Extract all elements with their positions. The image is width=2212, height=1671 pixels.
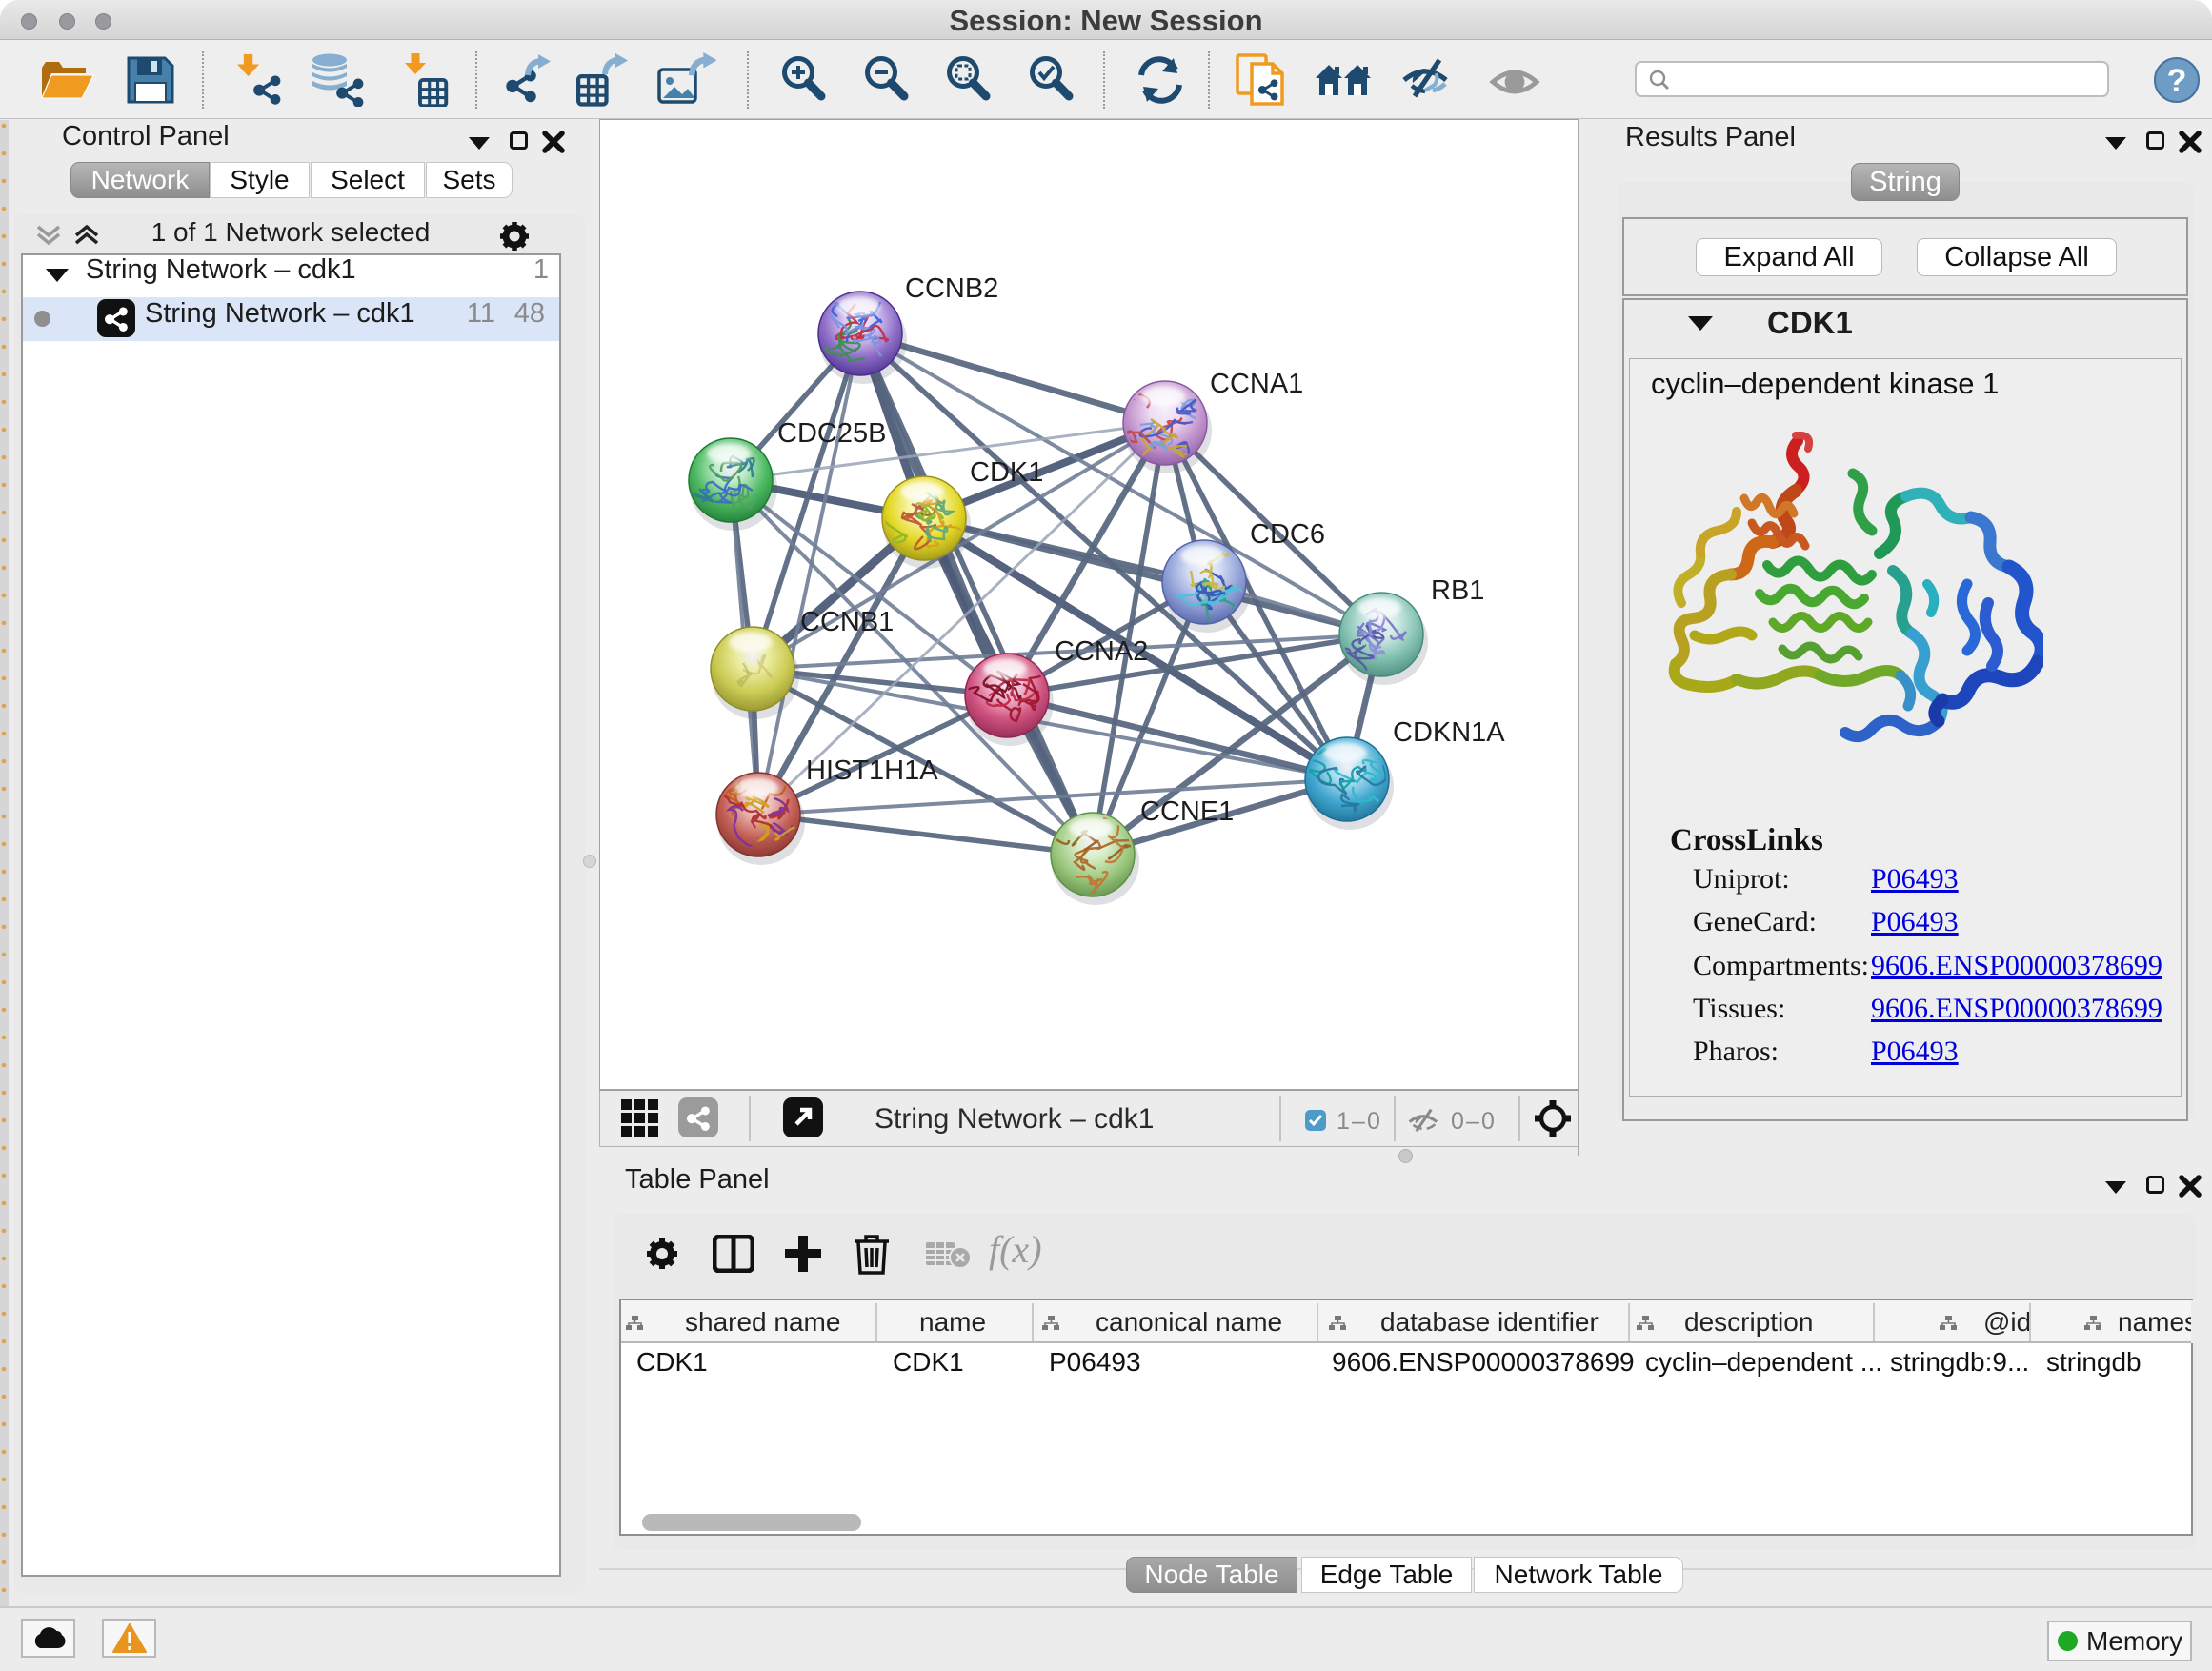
svg-text:CDK1: CDK1 bbox=[970, 457, 1043, 488]
svg-text:CCNB2: CCNB2 bbox=[905, 273, 998, 304]
svg-text:CCNE1: CCNE1 bbox=[1140, 796, 1234, 827]
svg-text:HIST1H1A: HIST1H1A bbox=[806, 755, 938, 786]
svg-text:CDC6: CDC6 bbox=[1250, 519, 1325, 550]
svg-text:RB1: RB1 bbox=[1431, 575, 1484, 606]
svg-text:CCNB1: CCNB1 bbox=[800, 607, 894, 637]
svg-text:CCNA1: CCNA1 bbox=[1210, 369, 1303, 399]
svg-text:CDC25B: CDC25B bbox=[777, 418, 886, 449]
svg-text:CCNA2: CCNA2 bbox=[1055, 636, 1148, 667]
svg-text:CDKN1A: CDKN1A bbox=[1393, 717, 1505, 748]
